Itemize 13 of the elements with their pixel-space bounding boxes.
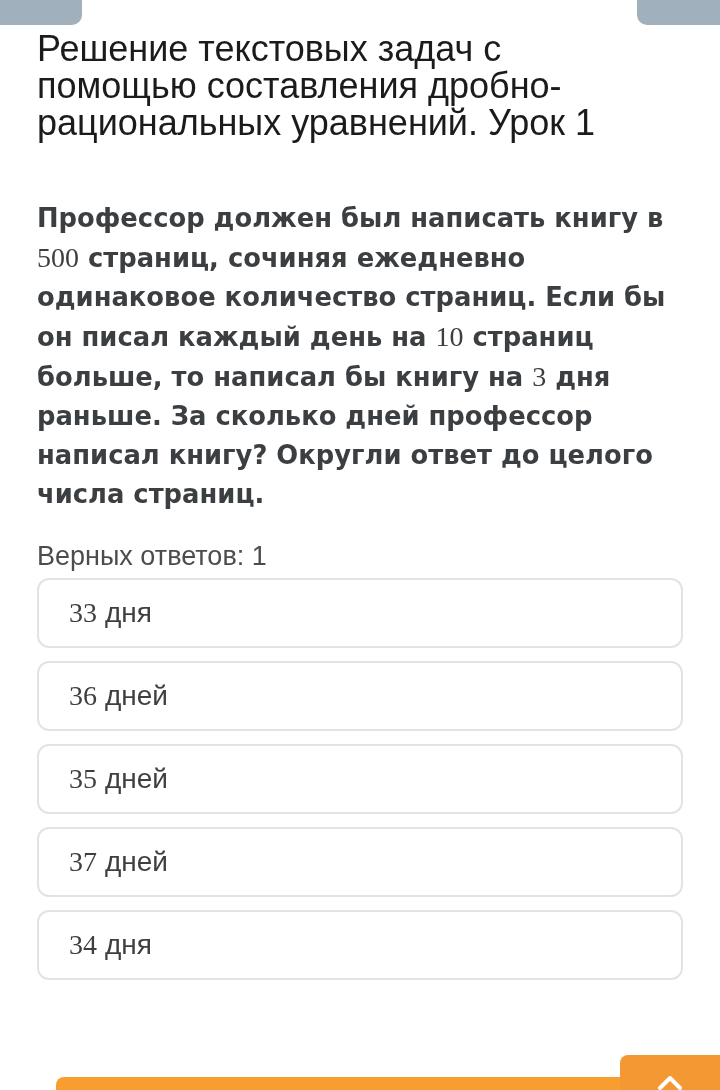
action-button[interactable]	[56, 1077, 620, 1090]
lesson-title: Решение текстовых задач с помощью составления дробно-рациональных уравнений. Урок 1	[37, 30, 597, 141]
correct-answers-count: Верных ответов: 1	[37, 540, 268, 573]
question-text: Профессор должен был написать книгу в 500 страниц, сочиняя ежедневно одинаковое количество страниц. Если бы он писал каждый день на 10 страниц больше, то написал бы книгу на 3 дня раньше. За сколько дней профессор написал книгу? Округли ответ до целого числа страниц.	[37, 202, 667, 511]
scroll-top-button[interactable]	[620, 1055, 720, 1090]
answer-option[interactable]: 35 дней	[37, 744, 683, 814]
answer-option[interactable]: 34 дня	[37, 910, 683, 980]
answer-option[interactable]: 37 дней	[37, 827, 683, 897]
nav-tab[interactable]	[0, 0, 82, 25]
nav-tab[interactable]	[637, 0, 720, 25]
answer-option[interactable]: 36 дней	[37, 661, 683, 731]
chevron-up-icon	[657, 1075, 683, 1090]
answer-option[interactable]: 33 дня	[37, 578, 683, 648]
